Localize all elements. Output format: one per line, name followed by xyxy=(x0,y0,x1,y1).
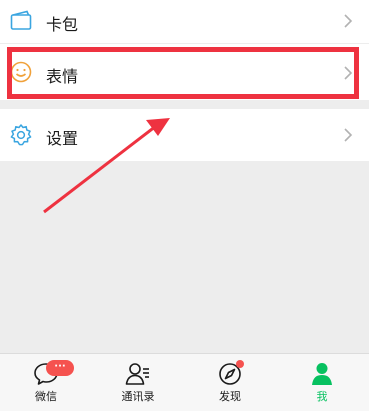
tab-me[interactable]: 我 xyxy=(276,354,368,411)
menu-item-label: 表情 xyxy=(46,67,79,86)
tab-label: 微信 xyxy=(35,390,57,403)
unread-badge: ··· xyxy=(46,360,74,376)
gear-icon xyxy=(9,123,33,147)
menu-item-label: 卡包 xyxy=(46,15,79,34)
chevron-right-icon xyxy=(343,13,353,29)
contacts-icon xyxy=(124,360,152,388)
menu-item-label: 设置 xyxy=(46,129,79,148)
notification-dot xyxy=(236,360,244,368)
me-page: 卡包 表情 设置 ··· 微信 通讯录 发现 我 xyxy=(0,0,369,411)
tab-label: 通讯录 xyxy=(121,390,155,403)
menu-item-stickers[interactable]: 表情 xyxy=(0,44,369,100)
menu-item-wallet[interactable]: 卡包 xyxy=(0,0,369,43)
person-icon xyxy=(308,360,336,388)
menu-item-settings[interactable]: 设置 xyxy=(0,109,369,161)
chevron-right-icon xyxy=(343,65,353,81)
tab-contacts[interactable]: 通讯录 xyxy=(92,354,184,411)
chevron-right-icon xyxy=(343,127,353,143)
card-wallet-icon xyxy=(9,9,33,33)
tab-label: 我 xyxy=(316,390,328,403)
bottom-tab-bar: ··· 微信 通讯录 发现 我 xyxy=(0,353,369,411)
tab-discover[interactable]: 发现 xyxy=(184,354,276,411)
tab-chats[interactable]: ··· 微信 xyxy=(0,354,92,411)
tab-label: 发现 xyxy=(219,390,241,403)
smiley-icon xyxy=(9,60,33,84)
